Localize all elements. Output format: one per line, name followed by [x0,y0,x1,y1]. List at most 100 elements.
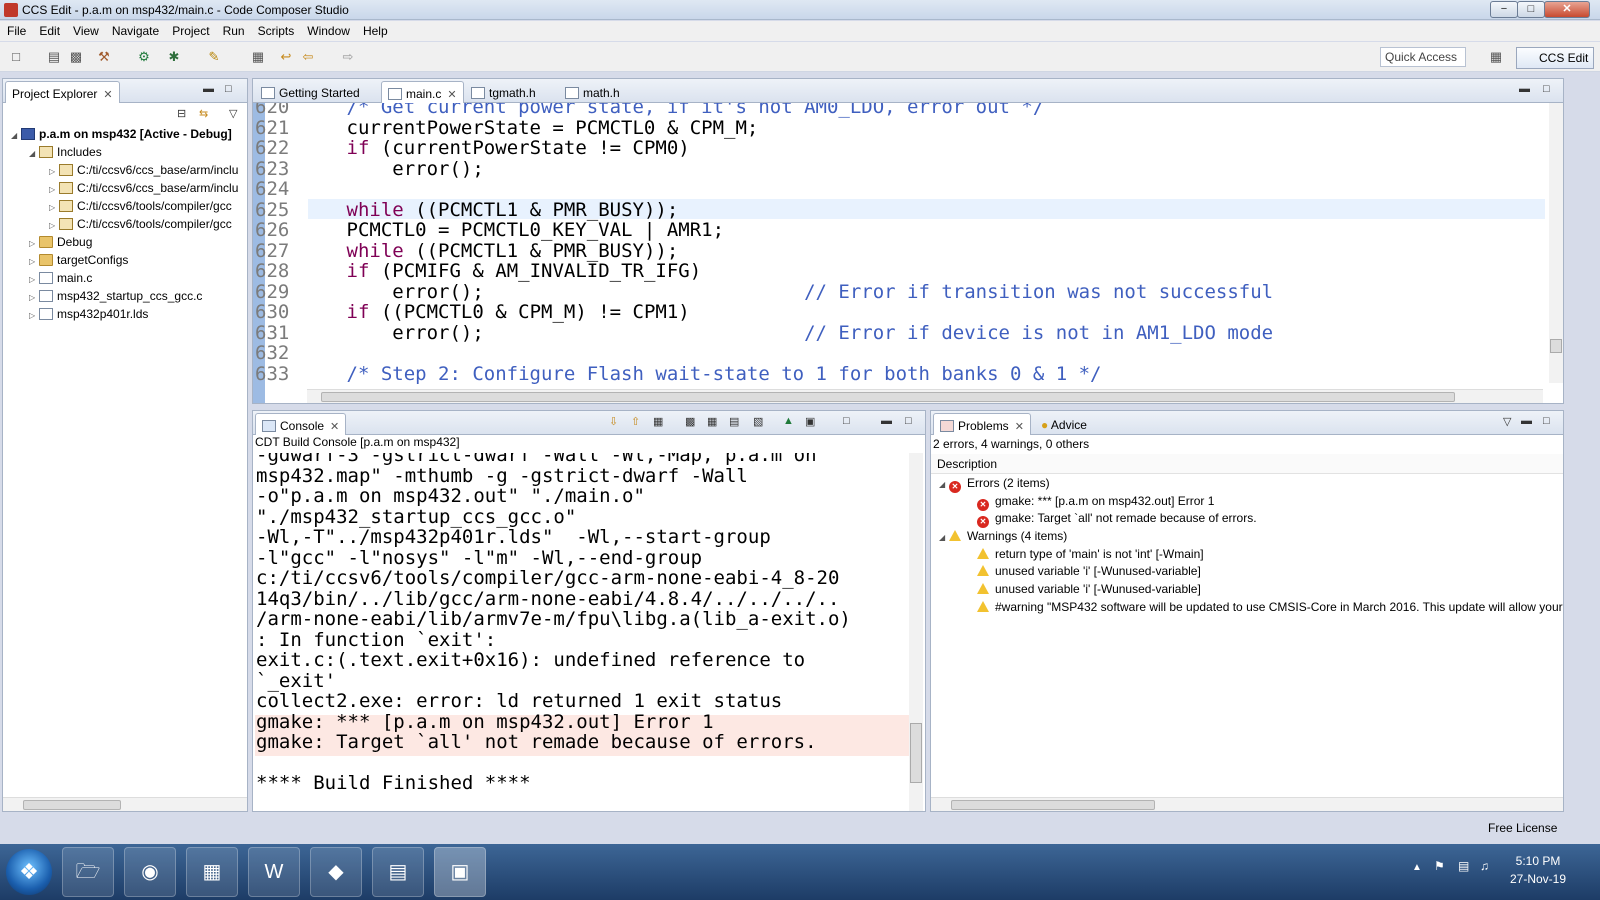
debug-icon[interactable]: ⚙ [136,49,152,65]
menu-help[interactable]: Help [356,21,394,38]
minimize-button[interactable]: − [1490,1,1518,18]
tree-item-targetconfigs[interactable]: ▷ targetConfigs [11,251,247,269]
clear-console-icon[interactable]: ▧ [753,415,763,428]
warnings-group[interactable]: ◢ Warnings (4 items) [939,528,1563,546]
collapse-all-icon[interactable]: ⊟ [177,107,186,120]
minimize-view-icon[interactable]: ▬ [1519,83,1530,95]
word-wrap-icon[interactable]: ▤ [729,415,739,428]
pin-console-icon[interactable]: ▲ [783,415,794,427]
open-console-icon[interactable]: □ [843,415,850,427]
menu-edit[interactable]: Edit [32,21,66,38]
start-button[interactable]: ❖ [6,849,52,895]
column-description[interactable]: Description [931,454,1563,474]
explorer-h-scrollbar[interactable] [3,797,247,811]
tree-item-include-path[interactable]: ▷ C:/ti/ccsv6/tools/compiler/gcc [11,215,247,233]
quick-access-input[interactable]: Quick Access [1380,47,1466,67]
tree-item-startup[interactable]: ▷ msp432_startup_ccs_gcc.c [11,287,247,305]
network-icon[interactable]: ▤ [1458,859,1469,873]
errors-group[interactable]: ◢ ✕ Errors (2 items) [939,475,1563,493]
maximize-button[interactable]: □ [1517,1,1545,18]
tree-item-project[interactable]: ◢ p.a.m on msp432 [Active - Debug] [11,125,247,143]
volume-icon[interactable]: ♫ [1480,859,1489,873]
tree-item-main-c[interactable]: ▷ main.c [11,269,247,287]
minimize-view-icon[interactable]: ▬ [1521,415,1532,427]
tab-project-explorer[interactable]: Project Explorer ✕ [5,81,120,103]
word-taskbar-icon[interactable]: W [248,847,300,897]
editor-h-scrollbar[interactable] [307,389,1543,403]
copy-icon[interactable]: ▩ [685,415,695,428]
show-hidden-icons-icon[interactable]: ▲ [1412,862,1422,873]
close-icon[interactable]: ✕ [1015,421,1024,433]
open-perspective-icon[interactable]: ▦ [1488,49,1504,65]
tab-tgmath-h[interactable]: tgmath.h [465,81,542,103]
problem-row[interactable]: ✕ gmake: *** [p.a.m on msp432.out] Error … [939,493,1563,511]
close-button[interactable]: ✕ [1544,1,1590,18]
code-editor[interactable]: 620 /* Get current power state, if it's … [253,103,1563,403]
tab-main-c[interactable]: main.c ✕ [381,81,464,103]
problem-row[interactable]: unused variable 'i' [-Wunused-variable] [939,563,1563,581]
forward-icon[interactable]: ⇨ [340,49,356,65]
scroll-up-icon[interactable]: ⇧ [631,415,640,428]
menu-run[interactable]: Run [216,21,251,38]
tab-problems[interactable]: Problems ✕ [933,413,1031,435]
tree-item-include-path[interactable]: ▷ C:/ti/ccsv6/tools/compiler/gcc [11,197,247,215]
maximize-view-icon[interactable]: □ [905,415,912,427]
console-output[interactable]: -gdwarf-3 -gstrict-dwarf -Wall -Wl,-Map,… [253,453,909,811]
scroll-down-icon[interactable]: ⇩ [609,415,618,428]
save-icon[interactable]: ▤ [46,49,62,65]
view-menu-icon[interactable]: ▽ [1503,415,1511,428]
cube-taskbar-icon[interactable]: ▣ [434,847,486,897]
ccs-edit-perspective-button[interactable]: CCS Edit [1516,47,1594,69]
editor-v-scrollbar[interactable] [1549,103,1563,383]
minimize-view-icon[interactable]: ▬ [203,83,214,95]
maximize-view-icon[interactable]: □ [1543,415,1550,427]
maximize-view-icon[interactable]: □ [1543,83,1550,95]
tree-item-include-path[interactable]: ▷ C:/ti/ccsv6/ccs_base/arm/inclu [11,179,247,197]
tree-item-lds[interactable]: ▷ msp432p401r.lds [11,305,247,323]
menu-scripts[interactable]: Scripts [251,21,301,38]
build-hammer-icon[interactable]: ⚒ [96,49,112,65]
problem-row[interactable]: return type of 'main' is not 'int' [-Wma… [939,546,1563,564]
close-icon[interactable]: ✕ [330,421,339,433]
tool-icon[interactable]: ✎ [206,49,222,65]
tab-math-h[interactable]: math.h [559,81,626,103]
tree-item-include-path[interactable]: ▷ C:/ti/ccsv6/ccs_base/arm/inclu [11,161,247,179]
explorer-taskbar-icon[interactable]: 🗁 [62,847,114,897]
menu-file[interactable]: File [0,21,32,38]
toggle-icon[interactable]: ▦ [250,49,266,65]
bug-icon[interactable]: ✱ [166,49,182,65]
menu-window[interactable]: Window [300,21,356,38]
tree-item-includes[interactable]: ◢ Includes [11,143,247,161]
console-v-scrollbar[interactable] [909,453,923,811]
menu-view[interactable]: View [66,21,105,38]
calculator-taskbar-icon[interactable]: ▦ [186,847,238,897]
ccs-taskbar-icon[interactable]: ▤ [372,847,424,897]
view-menu-icon[interactable]: ▽ [229,107,237,120]
link-editor-icon[interactable]: ⇆ [199,107,208,120]
problem-row[interactable]: #warning "MSP432 software will be update… [939,599,1563,617]
problem-row[interactable]: unused variable 'i' [-Wunused-variable] [939,581,1563,599]
display-console-icon[interactable]: ▣ [805,415,815,428]
save-all-icon[interactable]: ▩ [68,49,84,65]
problems-h-scrollbar[interactable] [931,797,1563,811]
close-icon[interactable]: ✕ [447,89,456,101]
back-icon[interactable]: ⇦ [300,49,316,65]
tab-getting-started[interactable]: Getting Started [255,81,366,103]
scroll-lock-icon[interactable]: ▦ [653,415,663,428]
back-edit-icon[interactable]: ↩ [278,49,294,65]
show-console-icon[interactable]: ▦ [707,415,717,428]
tab-advice[interactable]: ● Advice [1035,413,1093,435]
flag-icon[interactable]: ⚑ [1434,859,1445,873]
minimize-view-icon[interactable]: ▬ [881,415,892,427]
tab-console[interactable]: Console ✕ [255,413,347,435]
clock[interactable]: 5:10 PM 27-Nov-19 [1500,852,1576,888]
menu-navigate[interactable]: Navigate [105,21,165,38]
new-icon[interactable]: □ [8,49,24,65]
tree-item-debug[interactable]: ▷ Debug [11,233,247,251]
close-icon[interactable]: ✕ [103,89,112,101]
maximize-view-icon[interactable]: □ [225,83,232,95]
acrobat-taskbar-icon[interactable]: ◆ [310,847,362,897]
menu-project[interactable]: Project [165,21,215,38]
problem-row[interactable]: ✕ gmake: Target `all' not remade because … [939,510,1563,529]
chrome-taskbar-icon[interactable]: ◉ [124,847,176,897]
